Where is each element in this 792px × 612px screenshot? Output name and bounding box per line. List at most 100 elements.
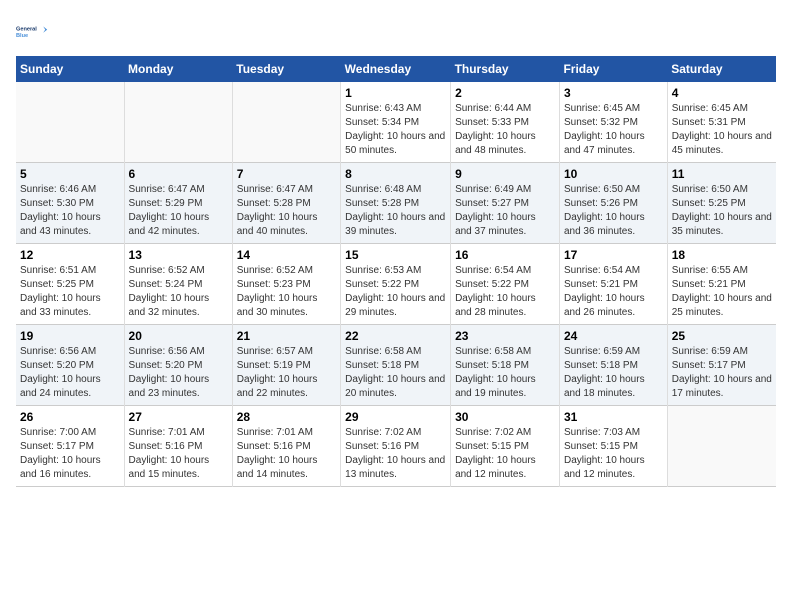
day-number: 10 [564, 167, 663, 181]
calendar-week-row: 5 Sunrise: 6:46 AMSunset: 5:30 PMDaylight… [16, 163, 776, 244]
day-number: 9 [455, 167, 555, 181]
day-number: 24 [564, 329, 663, 343]
calendar-cell: 14 Sunrise: 6:52 AMSunset: 5:23 PMDayligh… [232, 244, 340, 325]
logo: General Blue [16, 16, 48, 48]
calendar-cell [16, 82, 124, 163]
header-sunday: Sunday [16, 56, 124, 82]
calendar-cell: 11 Sunrise: 6:50 AMSunset: 5:25 PMDayligh… [667, 163, 776, 244]
day-number: 14 [237, 248, 336, 262]
calendar-cell: 22 Sunrise: 6:58 AMSunset: 5:18 PMDayligh… [341, 325, 451, 406]
day-detail: Sunrise: 6:59 AMSunset: 5:18 PMDaylight:… [564, 345, 663, 401]
header-friday: Friday [559, 56, 667, 82]
calendar-week-row: 26 Sunrise: 7:00 AMSunset: 5:17 PMDayligh… [16, 406, 776, 487]
day-detail: Sunrise: 7:01 AMSunset: 5:16 PMDaylight:… [129, 426, 228, 482]
calendar-cell: 23 Sunrise: 6:58 AMSunset: 5:18 PMDayligh… [451, 325, 560, 406]
calendar-cell: 20 Sunrise: 6:56 AMSunset: 5:20 PMDayligh… [124, 325, 232, 406]
calendar-cell: 5 Sunrise: 6:46 AMSunset: 5:30 PMDaylight… [16, 163, 124, 244]
day-detail: Sunrise: 6:58 AMSunset: 5:18 PMDaylight:… [455, 345, 555, 401]
calendar-cell: 6Sunrise: 6:47 AMSunset: 5:29 PMDaylight… [124, 163, 232, 244]
day-number: 29 [345, 410, 446, 424]
calendar-cell: 9 Sunrise: 6:49 AMSunset: 5:27 PMDaylight… [451, 163, 560, 244]
day-number: 20 [129, 329, 228, 343]
calendar-cell: 31 Sunrise: 7:03 AMSunset: 5:15 PMDayligh… [559, 406, 667, 487]
day-number: 11 [672, 167, 772, 181]
day-detail: Sunrise: 6:44 AMSunset: 5:33 PMDaylight:… [455, 102, 555, 158]
calendar-cell: 19Sunrise: 6:56 AMSunset: 5:20 PMDayligh… [16, 325, 124, 406]
calendar-cell [667, 406, 776, 487]
day-number: 7 [237, 167, 336, 181]
calendar-header-row: SundayMondayTuesdayWednesdayThursdayFrid… [16, 56, 776, 82]
calendar-cell: 24 Sunrise: 6:59 AMSunset: 5:18 PMDayligh… [559, 325, 667, 406]
header-saturday: Saturday [667, 56, 776, 82]
day-number: 2 [455, 86, 555, 100]
calendar-cell: 1 Sunrise: 6:43 AMSunset: 5:34 PMDaylight… [341, 82, 451, 163]
day-number: 22 [345, 329, 446, 343]
day-number: 23 [455, 329, 555, 343]
day-detail: Sunrise: 7:01 AMSunset: 5:16 PMDaylight:… [237, 426, 336, 482]
day-detail: Sunrise: 6:54 AMSunset: 5:22 PMDaylight:… [455, 264, 555, 320]
calendar-cell: 13 Sunrise: 6:52 AMSunset: 5:24 PMDayligh… [124, 244, 232, 325]
day-number: 1 [345, 86, 446, 100]
day-detail: Sunrise: 6:55 AMSunset: 5:21 PMDaylight:… [672, 264, 772, 320]
calendar-cell: 27 Sunrise: 7:01 AMSunset: 5:16 PMDayligh… [124, 406, 232, 487]
day-detail: Sunrise: 6:52 AMSunset: 5:24 PMDaylight:… [129, 264, 228, 320]
day-number: 12 [20, 248, 120, 262]
calendar-cell: 7 Sunrise: 6:47 AMSunset: 5:28 PMDaylight… [232, 163, 340, 244]
day-detail: Sunrise: 6:45 AMSunset: 5:32 PMDaylight:… [564, 102, 663, 158]
calendar-week-row: 12Sunrise: 6:51 AMSunset: 5:25 PMDayligh… [16, 244, 776, 325]
calendar-cell: 18Sunrise: 6:55 AMSunset: 5:21 PMDayligh… [667, 244, 776, 325]
calendar-cell: 2 Sunrise: 6:44 AMSunset: 5:33 PMDaylight… [451, 82, 560, 163]
calendar-cell: 17Sunrise: 6:54 AMSunset: 5:21 PMDayligh… [559, 244, 667, 325]
day-detail: Sunrise: 6:48 AMSunset: 5:28 PMDaylight:… [345, 183, 446, 239]
day-number: 3 [564, 86, 663, 100]
day-detail: Sunrise: 6:50 AMSunset: 5:26 PMDaylight:… [564, 183, 663, 239]
day-number: 27 [129, 410, 228, 424]
header-wednesday: Wednesday [341, 56, 451, 82]
day-number: 4 [672, 86, 772, 100]
day-detail: Sunrise: 6:52 AMSunset: 5:23 PMDaylight:… [237, 264, 336, 320]
calendar-cell: 3 Sunrise: 6:45 AMSunset: 5:32 PMDaylight… [559, 82, 667, 163]
page-header: General Blue [16, 16, 776, 48]
day-detail: Sunrise: 6:43 AMSunset: 5:34 PMDaylight:… [345, 102, 446, 158]
day-number: 21 [237, 329, 336, 343]
day-detail: Sunrise: 6:50 AMSunset: 5:25 PMDaylight:… [672, 183, 772, 239]
calendar-cell: 30 Sunrise: 7:02 AMSunset: 5:15 PMDayligh… [451, 406, 560, 487]
header-thursday: Thursday [451, 56, 560, 82]
day-detail: Sunrise: 7:02 AMSunset: 5:15 PMDaylight:… [455, 426, 555, 482]
day-number: 26 [20, 410, 120, 424]
header-tuesday: Tuesday [232, 56, 340, 82]
day-number: 5 [20, 167, 120, 181]
day-detail: Sunrise: 6:47 AMSunset: 5:28 PMDaylight:… [237, 183, 336, 239]
day-number: 16 [455, 248, 555, 262]
day-detail: Sunrise: 6:45 AMSunset: 5:31 PMDaylight:… [672, 102, 772, 158]
calendar-cell: 25Sunrise: 6:59 AMSunset: 5:17 PMDayligh… [667, 325, 776, 406]
day-number: 13 [129, 248, 228, 262]
day-number: 19 [20, 329, 120, 343]
day-detail: Sunrise: 6:54 AMSunset: 5:21 PMDaylight:… [564, 264, 663, 320]
calendar-cell: 12Sunrise: 6:51 AMSunset: 5:25 PMDayligh… [16, 244, 124, 325]
day-number: 31 [564, 410, 663, 424]
day-detail: Sunrise: 6:56 AMSunset: 5:20 PMDaylight:… [129, 345, 228, 401]
day-detail: Sunrise: 6:57 AMSunset: 5:19 PMDaylight:… [237, 345, 336, 401]
svg-text:General: General [16, 26, 37, 32]
calendar-cell: 10 Sunrise: 6:50 AMSunset: 5:26 PMDayligh… [559, 163, 667, 244]
day-number: 8 [345, 167, 446, 181]
calendar-cell: 16 Sunrise: 6:54 AMSunset: 5:22 PMDayligh… [451, 244, 560, 325]
day-detail: Sunrise: 6:58 AMSunset: 5:18 PMDaylight:… [345, 345, 446, 401]
header-monday: Monday [124, 56, 232, 82]
day-number: 6 [129, 167, 228, 181]
calendar-week-row: 1 Sunrise: 6:43 AMSunset: 5:34 PMDaylight… [16, 82, 776, 163]
calendar-week-row: 19 Sunrise: 6:56 AMSunset: 5:20 PMDayligh… [16, 325, 776, 406]
day-detail: Sunrise: 7:03 AMSunset: 5:15 PMDaylight:… [564, 426, 663, 482]
day-number: 30 [455, 410, 555, 424]
day-detail: Sunrise: 6:49 AMSunset: 5:27 PMDaylight:… [455, 183, 555, 239]
calendar-cell: 4 Sunrise: 6:45 AMSunset: 5:31 PMDaylight… [667, 82, 776, 163]
day-detail: Sunrise: 6:46 AMSunset: 5:30 PMDaylight:… [20, 183, 120, 239]
day-detail: Sunrise: 7:02 AMSunset: 5:16 PMDaylight:… [345, 426, 446, 482]
day-detail: Sunrise: 7:00 AMSunset: 5:17 PMDaylight:… [20, 426, 120, 482]
calendar-cell: 28Sunrise: 7:01 AMSunset: 5:16 PMDayligh… [232, 406, 340, 487]
day-detail: Sunrise: 6:59 AMSunset: 5:17 PMDaylight:… [672, 345, 772, 401]
calendar-cell [232, 82, 340, 163]
calendar-cell [124, 82, 232, 163]
day-number: 15 [345, 248, 446, 262]
